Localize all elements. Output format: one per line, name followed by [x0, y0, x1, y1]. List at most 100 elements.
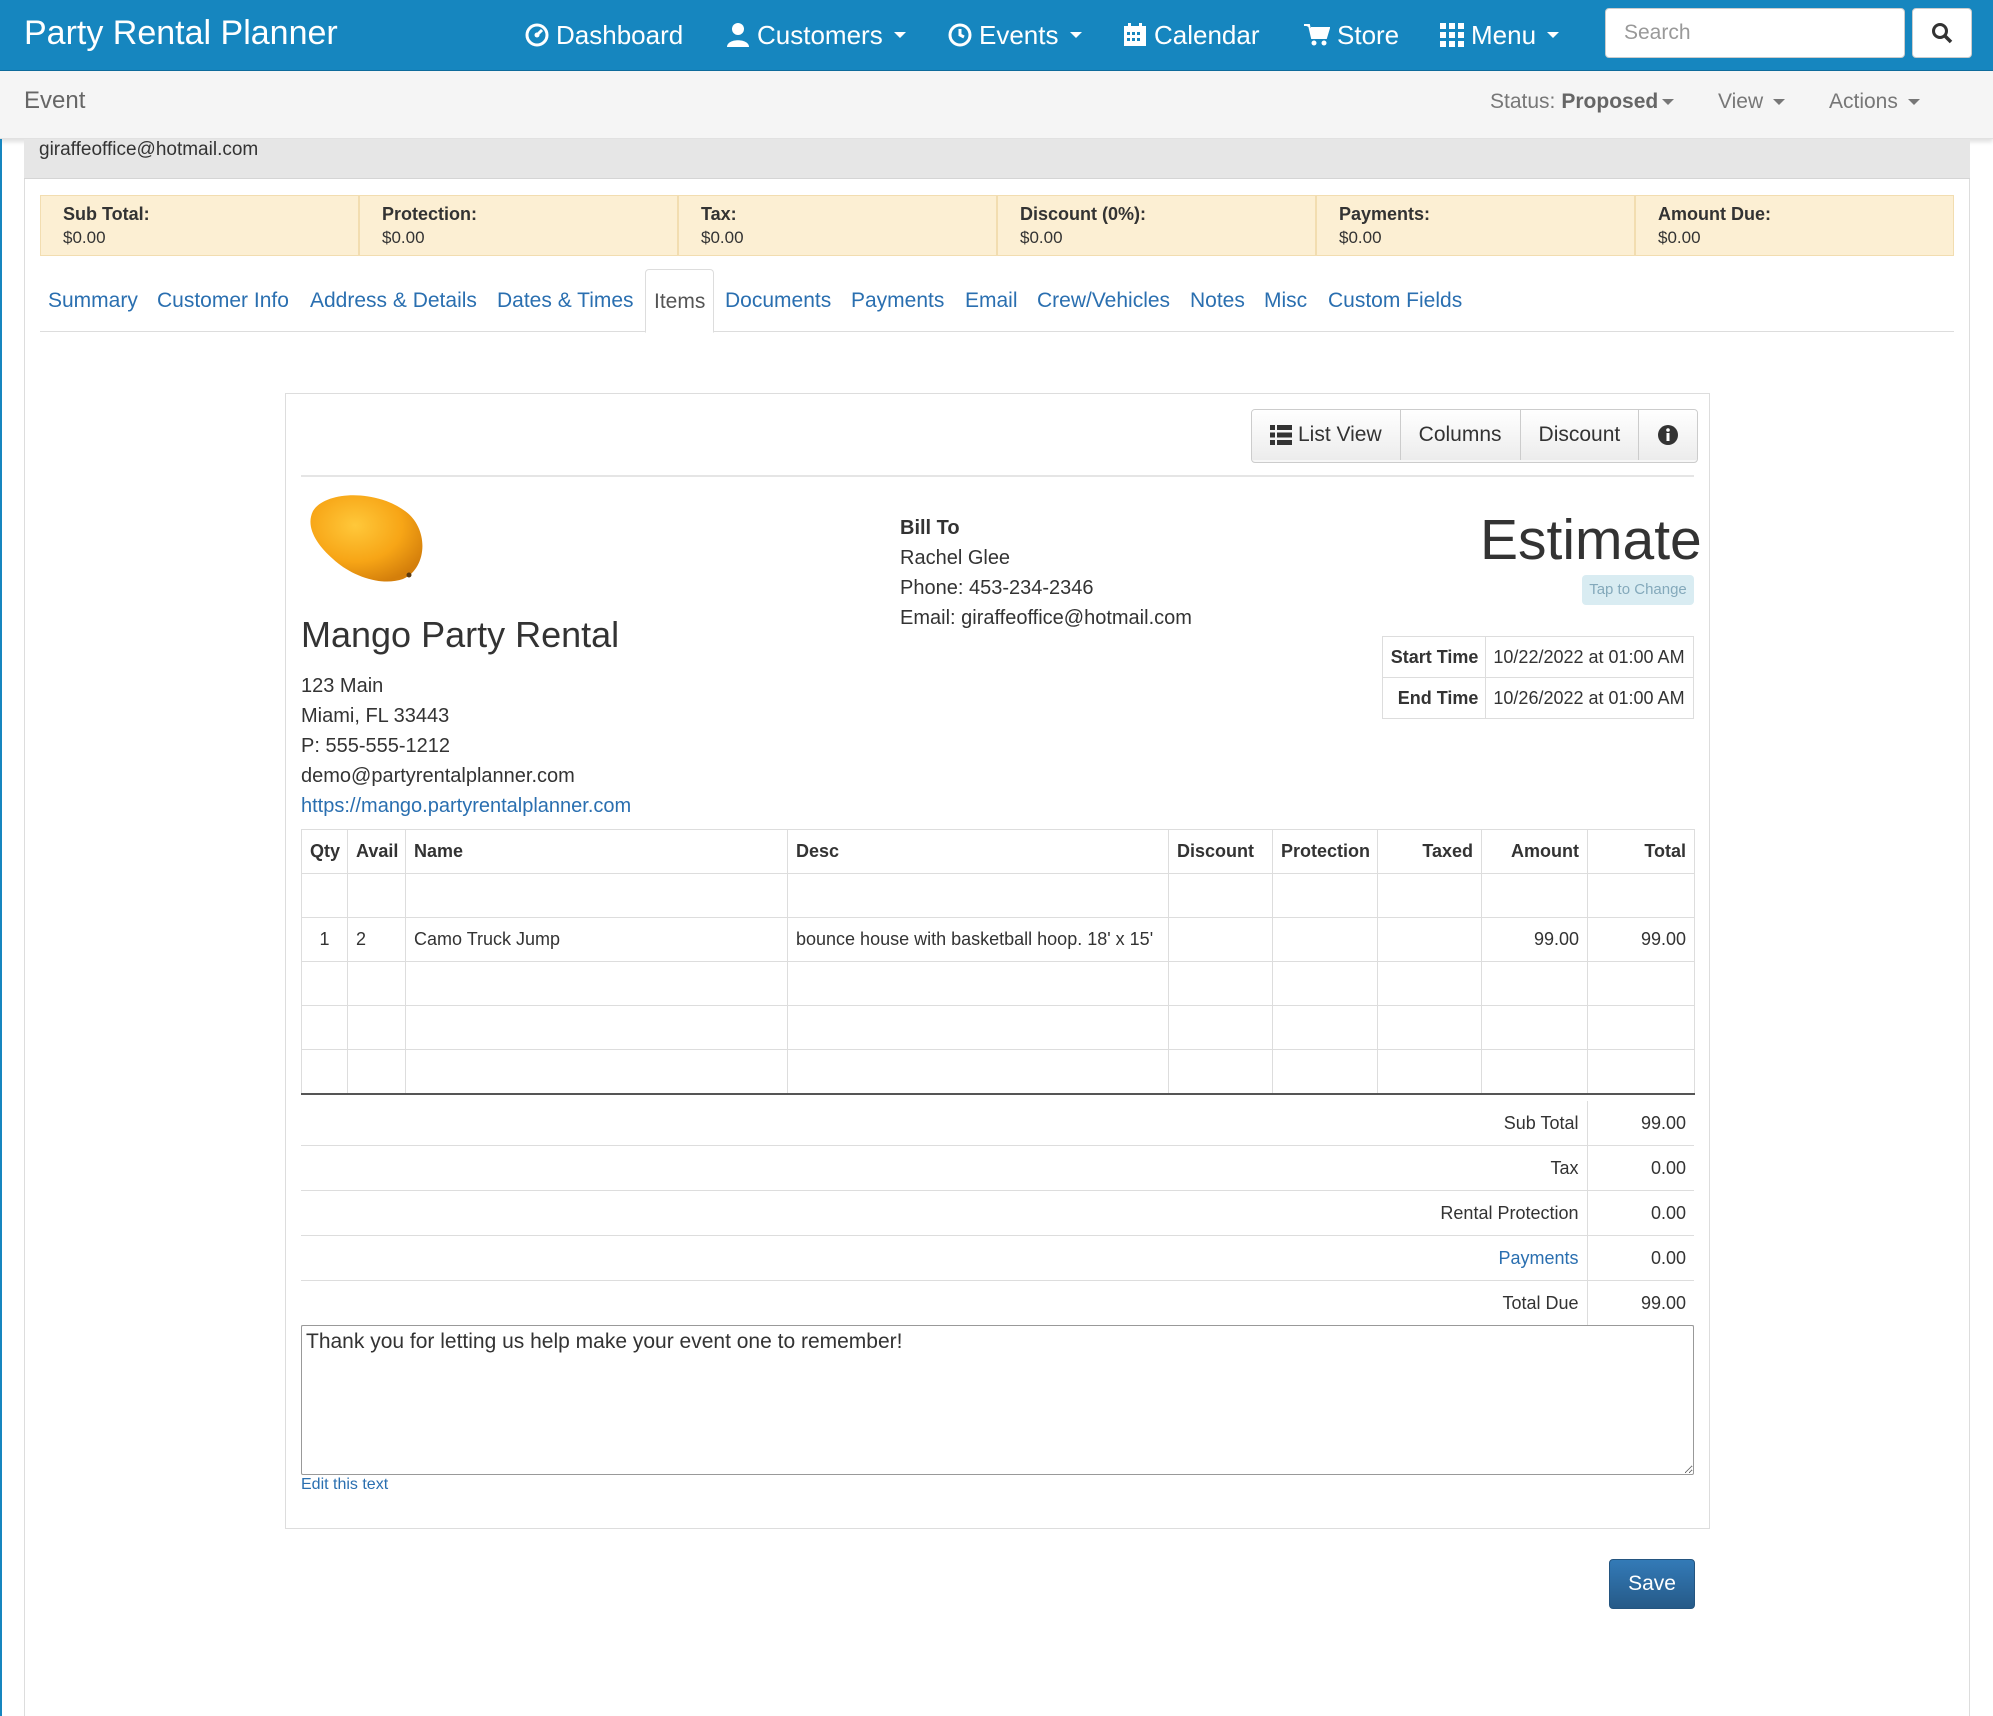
tab-payments[interactable]: Payments [843, 269, 952, 332]
cell-name[interactable] [405, 961, 788, 1006]
cell-discount[interactable] [1168, 1005, 1273, 1050]
cell-protection[interactable] [1272, 873, 1378, 918]
nav-calendar[interactable]: Calendar [1123, 18, 1260, 52]
view-dropdown[interactable]: View [1718, 90, 1786, 114]
table-row[interactable] [301, 1049, 1695, 1095]
actions-label: Actions [1829, 90, 1898, 113]
total-tax: Tax: $0.00 [679, 196, 998, 255]
cell-qty[interactable] [301, 873, 348, 918]
cell-qty[interactable] [301, 1049, 348, 1095]
columns-button[interactable]: Columns [1400, 410, 1521, 460]
end-time-row: End Time 10/26/2022 at 01:00 AM [1381, 677, 1694, 719]
cell-desc[interactable] [787, 961, 1169, 1006]
tab-misc[interactable]: Misc [1256, 269, 1315, 332]
status-dropdown[interactable]: Status: Proposed [1490, 90, 1675, 114]
status-label: Status: [1490, 90, 1556, 113]
cell-qty[interactable] [301, 961, 348, 1006]
customer-email-strip: giraffeoffice@hotmail.com [24, 139, 1970, 179]
cell-amount[interactable] [1481, 1005, 1588, 1050]
cell-taxed[interactable] [1377, 873, 1482, 918]
cell-taxed[interactable] [1377, 961, 1482, 1006]
nav-events[interactable]: Events [948, 18, 1082, 52]
tab-documents[interactable]: Documents [717, 269, 839, 332]
cell-taxed[interactable] [1377, 1005, 1482, 1050]
payments-link[interactable]: Payments [301, 1235, 1587, 1281]
cell-desc[interactable] [787, 873, 1169, 918]
edit-text-link[interactable]: Edit this text [301, 1476, 388, 1494]
cell-discount[interactable] [1168, 917, 1273, 962]
search-button[interactable] [1912, 8, 1972, 58]
col-total: Total [1587, 829, 1695, 874]
tab-custom-fields[interactable]: Custom Fields [1320, 269, 1470, 332]
cell-protection[interactable] [1272, 1005, 1378, 1050]
save-button[interactable]: Save [1609, 1559, 1695, 1609]
list-view-button[interactable]: List View [1252, 410, 1401, 460]
table-row[interactable] [301, 873, 1695, 918]
tab-customer-info[interactable]: Customer Info [149, 269, 297, 332]
cell-protection[interactable] [1272, 1049, 1378, 1095]
cell-discount[interactable] [1168, 873, 1273, 918]
total-label: Sub Total: [63, 204, 150, 224]
nav-menu[interactable]: Menu [1440, 18, 1560, 52]
cell-qty[interactable]: 1 [301, 917, 348, 962]
chevron-down-icon [893, 32, 906, 38]
total-label: Tax: [701, 204, 737, 224]
total-value: $0.00 [1658, 228, 1701, 247]
total-discount: Discount (0%): $0.00 [998, 196, 1317, 255]
tab-dates-times[interactable]: Dates & Times [489, 269, 642, 332]
tab-notes[interactable]: Notes [1182, 269, 1253, 332]
table-row[interactable] [301, 961, 1695, 1006]
nav-store[interactable]: Store [1304, 18, 1399, 52]
search-input[interactable] [1605, 8, 1905, 58]
company-address-line1: 123 Main [301, 675, 384, 697]
cell-amount[interactable] [1481, 873, 1588, 918]
col-name: Name [405, 829, 788, 874]
total-label: Amount Due: [1658, 204, 1771, 224]
cell-avail [347, 1005, 406, 1050]
items-header-row: Qty Avail Name Desc Discount Protection … [301, 829, 1695, 874]
nav-customers[interactable]: Customers [726, 18, 906, 52]
cell-discount[interactable] [1168, 961, 1273, 1006]
table-row[interactable]: 1 2 Camo Truck Jump bounce house with ba… [301, 917, 1695, 962]
table-row[interactable] [301, 1005, 1695, 1050]
cell-discount[interactable] [1168, 1049, 1273, 1095]
items-table: Qty Avail Name Desc Discount Protection … [301, 829, 1695, 1095]
cell-amount[interactable] [1481, 1049, 1588, 1095]
total-value: $0.00 [1020, 228, 1063, 247]
cell-taxed[interactable] [1377, 1049, 1482, 1095]
tab-summary[interactable]: Summary [40, 269, 146, 332]
actions-dropdown[interactable]: Actions [1829, 90, 1920, 114]
total-due-value: 99.00 [1586, 1280, 1694, 1326]
tab-crew-vehicles[interactable]: Crew/Vehicles [1029, 269, 1178, 332]
cell-protection[interactable] [1272, 917, 1378, 962]
cell-amount[interactable]: 99.00 [1481, 917, 1588, 962]
cell-taxed[interactable] [1377, 917, 1482, 962]
cell-amount[interactable] [1481, 961, 1588, 1006]
nav-menu-label: Menu [1471, 20, 1537, 50]
total-due-label: Total Due [301, 1280, 1587, 1326]
total-value: $0.00 [701, 228, 744, 247]
cell-name[interactable] [405, 1005, 788, 1050]
cell-qty[interactable] [301, 1005, 348, 1050]
info-button[interactable] [1639, 410, 1698, 460]
tab-email[interactable]: Email [957, 269, 1026, 332]
cell-name[interactable] [405, 1049, 788, 1095]
discount-button[interactable]: Discount [1520, 410, 1640, 460]
footer-message-textarea[interactable]: Thank you for letting us help make your … [301, 1325, 1694, 1475]
cell-desc[interactable] [787, 1049, 1169, 1095]
cell-name[interactable]: Camo Truck Jump [405, 917, 788, 962]
nav-dashboard[interactable]: Dashboard [525, 18, 683, 52]
summary-row: Payments 0.00 [301, 1235, 1694, 1281]
cell-desc[interactable]: bounce house with basketball hoop. 18' x… [787, 917, 1169, 962]
total-label: Payments: [1339, 204, 1431, 224]
tap-to-change-button[interactable]: Tap to Change [1582, 575, 1694, 605]
tab-address-details[interactable]: Address & Details [302, 269, 485, 332]
app-brand[interactable]: Party Rental Planner [24, 14, 338, 52]
total-label: Discount (0%): [1020, 204, 1146, 224]
company-website-link[interactable]: https://mango.partyrentalplanner.com [301, 795, 631, 818]
cell-name[interactable] [405, 873, 788, 918]
cell-desc[interactable] [787, 1005, 1169, 1050]
tab-items[interactable]: Items [645, 269, 715, 333]
cell-protection[interactable] [1272, 961, 1378, 1006]
col-desc: Desc [787, 829, 1169, 874]
